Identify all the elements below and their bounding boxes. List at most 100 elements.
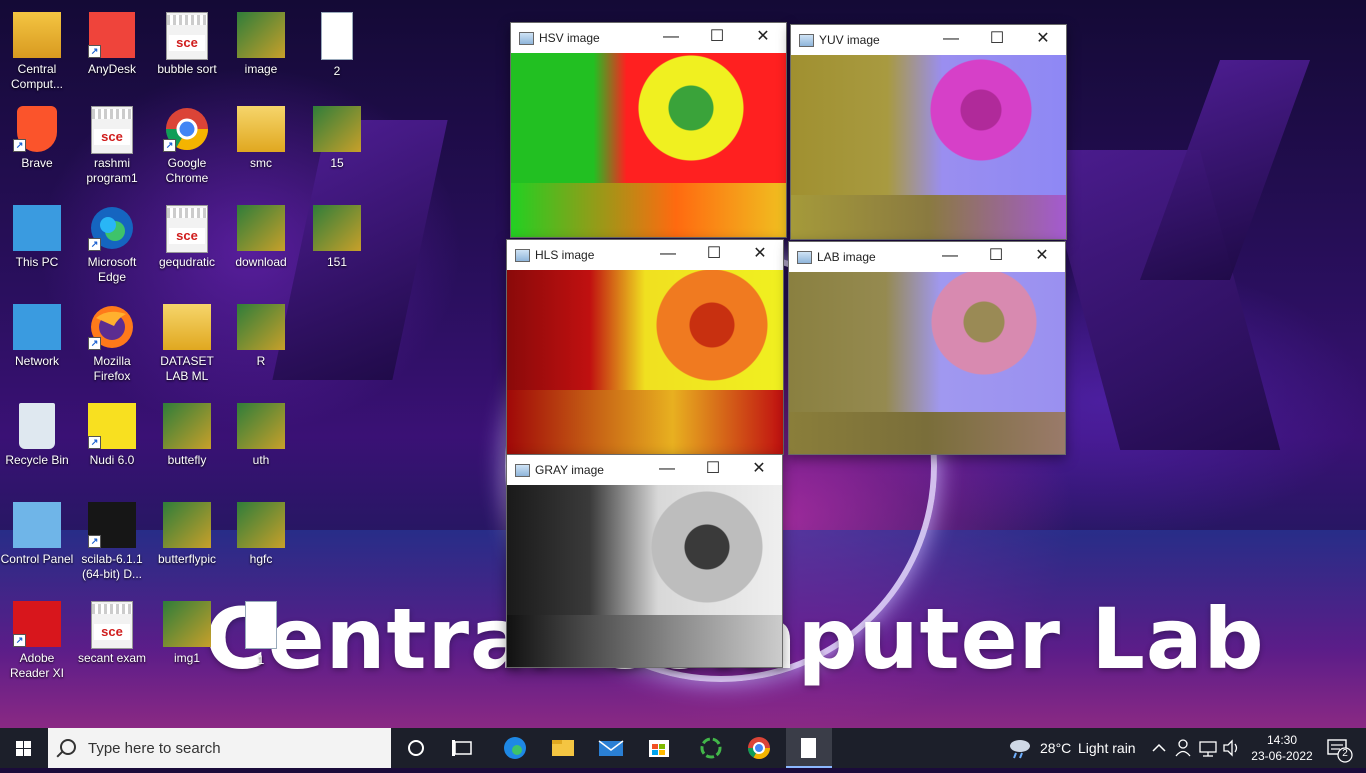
maximize-button[interactable]: ☐ — [974, 25, 1020, 55]
close-button[interactable]: ✕ — [736, 455, 782, 485]
taskbar-file-explorer[interactable] — [542, 728, 584, 768]
window-titlebar[interactable]: GRAY image — ☐ ✕ — [507, 455, 782, 485]
desktop-icon-2[interactable]: 2 — [299, 12, 375, 79]
desktop-icon-network[interactable]: Network — [0, 304, 75, 369]
sce-file-icon: sce — [166, 205, 208, 253]
search-icon — [60, 739, 76, 755]
close-button[interactable]: ✕ — [737, 240, 783, 270]
shortcut-arrow-icon: ↗ — [88, 535, 101, 548]
yuv-image — [791, 55, 1066, 239]
tray-volume[interactable] — [1220, 728, 1242, 768]
taskbar-search-box[interactable]: Type here to search — [48, 728, 391, 768]
window-app-icon — [515, 464, 530, 477]
speaker-icon — [1223, 739, 1238, 757]
desktop-icon-151[interactable]: 151 — [299, 205, 375, 270]
desktop-icon-label: 151 — [326, 255, 348, 269]
desktop-icon-r[interactable]: R — [223, 304, 299, 369]
desktop-icon-smc[interactable]: smc — [223, 106, 299, 171]
gray-image-window[interactable]: GRAY image — ☐ ✕ — [506, 454, 783, 668]
taskbar-store[interactable] — [638, 728, 680, 768]
desktop-icon-img1[interactable]: img1 — [149, 601, 225, 666]
desktop-icon-google-chrome[interactable]: ↗ Google Chrome — [149, 106, 225, 186]
window-titlebar[interactable]: YUV image — ☐ ✕ — [791, 25, 1066, 55]
search-placeholder: Type here to search — [88, 740, 221, 757]
hsv-image-window[interactable]: HSV image — ☐ ✕ — [510, 22, 787, 238]
clock-time: 14:30 — [1266, 733, 1298, 747]
maximize-button[interactable]: ☐ — [973, 242, 1019, 272]
desktop-icon-uth[interactable]: uth — [223, 403, 299, 468]
chrome-icon — [748, 737, 770, 759]
desktop-icon-dataset-lab-ml[interactable]: DATASET LAB ML — [149, 304, 225, 384]
close-button[interactable]: ✕ — [740, 23, 786, 53]
cortana-button[interactable] — [396, 728, 436, 768]
desktop-icon-label: 1 — [257, 653, 265, 667]
desktop-icon-recycle-bin[interactable]: Recycle Bin — [0, 403, 75, 468]
tray-people[interactable] — [1172, 728, 1194, 768]
desktop-icon-bubble-sort[interactable]: sce bubble sort — [149, 12, 225, 77]
desktop-icon-image[interactable]: image — [223, 12, 299, 77]
desktop-icon-butterflypic[interactable]: butterflypic — [149, 502, 225, 567]
desktop-icon-anydesk[interactable]: ↗ AnyDesk — [74, 12, 150, 77]
window-titlebar[interactable]: HLS image — ☐ ✕ — [507, 240, 783, 270]
desktop-icon-brave[interactable]: ↗ Brave — [0, 106, 75, 171]
weather-description[interactable]: Light rain — [1078, 740, 1136, 756]
lab-image-window[interactable]: LAB image — ☐ ✕ — [788, 241, 1066, 455]
minimize-button[interactable]: — — [928, 25, 974, 55]
show-hidden-icons-button[interactable] — [1148, 728, 1170, 768]
minimize-button[interactable]: — — [927, 242, 973, 272]
minimize-button[interactable]: — — [645, 240, 691, 270]
image-file-icon — [237, 403, 285, 449]
window-app-icon — [519, 32, 534, 45]
maximize-button[interactable]: ☐ — [691, 240, 737, 270]
maximize-button[interactable]: ☐ — [694, 23, 740, 53]
cortana-icon — [408, 740, 424, 756]
desktop-icon-nudi-6-0[interactable]: ↗ Nudi 6.0 — [74, 403, 150, 468]
close-button[interactable]: ✕ — [1019, 242, 1065, 272]
desktop-icon-control-panel[interactable]: Control Panel — [0, 502, 75, 567]
start-button[interactable] — [0, 728, 48, 768]
close-button[interactable]: ✕ — [1020, 25, 1066, 55]
desktop-icon-label: scilab-6.1.1 (64-bit) D... — [81, 552, 143, 581]
desktop-icon-mozilla-firefox[interactable]: ↗ Mozilla Firefox — [74, 304, 150, 384]
desktop-icon-15[interactable]: 15 — [299, 106, 375, 171]
desktop-icon-central-comput[interactable]: Central Comput... — [0, 12, 75, 92]
hls-image-window[interactable]: HLS image — ☐ ✕ — [506, 239, 784, 455]
taskbar-clock[interactable]: 14:30 23-06-2022 — [1242, 732, 1322, 764]
shortcut-arrow-icon: ↗ — [88, 45, 101, 58]
lab-image — [789, 272, 1065, 454]
desktop-icon-hgfc[interactable]: hgfc — [223, 502, 299, 567]
action-center-button[interactable]: 2 — [1318, 728, 1358, 768]
yuv-image-window[interactable]: YUV image — ☐ ✕ — [790, 24, 1067, 240]
hls-ground — [507, 390, 783, 454]
tray-network[interactable] — [1196, 728, 1220, 768]
image-file-icon — [163, 601, 211, 647]
window-titlebar[interactable]: LAB image — ☐ ✕ — [789, 242, 1065, 272]
maximize-button[interactable]: ☐ — [690, 455, 736, 485]
desktop-icon-rashmi-program1[interactable]: sce rashmi program1 — [74, 106, 150, 186]
desktop-icon-1[interactable]: 1 — [223, 601, 299, 668]
desktop-icon-microsoft-edge[interactable]: ↗ Microsoft Edge — [74, 205, 150, 285]
weather-widget-icon[interactable] — [1006, 728, 1036, 768]
desktop-icon-label: image — [244, 62, 278, 76]
taskbar-edge[interactable] — [494, 728, 536, 768]
desktop-icon-secant-exam[interactable]: sce secant exam — [74, 601, 150, 666]
gray-ground — [507, 615, 782, 667]
desktop-icon-this-pc[interactable]: This PC — [0, 205, 75, 270]
desktop-icon-buttefly[interactable]: buttefly — [149, 403, 225, 468]
taskbar-chrome[interactable] — [738, 728, 780, 768]
desktop-icon-scilab-6-1-1-64-bit-d[interactable]: ↗ scilab-6.1.1 (64-bit) D... — [74, 502, 150, 582]
taskbar-anaconda[interactable] — [690, 728, 732, 768]
taskbar-active-window[interactable] — [786, 728, 832, 768]
mail-icon — [598, 740, 624, 756]
desktop-icon-gequdratic[interactable]: sce gequdratic — [149, 205, 225, 270]
task-view-button[interactable] — [443, 728, 483, 768]
desktop-icon-download[interactable]: download — [223, 205, 299, 270]
weather-temperature[interactable]: 28°C — [1040, 740, 1071, 756]
window-titlebar[interactable]: HSV image — ☐ ✕ — [511, 23, 786, 53]
desktop-icon-label: Control Panel — [0, 552, 74, 566]
picture-file-icon — [245, 601, 277, 649]
desktop-icon-adobe-reader-xi[interactable]: ↗ Adobe Reader XI — [0, 601, 75, 681]
taskbar-mail[interactable] — [590, 728, 632, 768]
minimize-button[interactable]: — — [644, 455, 690, 485]
minimize-button[interactable]: — — [648, 23, 694, 53]
